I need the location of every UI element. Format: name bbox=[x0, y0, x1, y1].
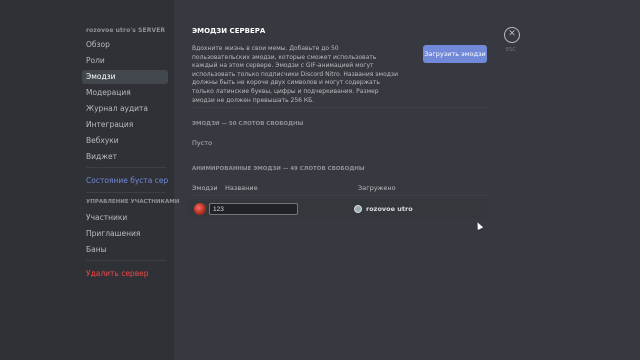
sidebar-item-members[interactable]: Участники bbox=[82, 211, 168, 225]
sidebar-divider bbox=[86, 192, 166, 193]
section-divider bbox=[192, 107, 488, 108]
sidebar-item-boost-status[interactable]: Состояние буста серв... bbox=[82, 174, 168, 188]
column-header-uploaded-by: Загружено bbox=[358, 184, 396, 192]
sidebar-item-audit-log[interactable]: Журнал аудита bbox=[82, 102, 168, 116]
sidebar-item-widget[interactable]: Виджет bbox=[82, 150, 168, 164]
emoji-image bbox=[194, 203, 206, 215]
close-icon[interactable]: ✕ bbox=[504, 27, 520, 43]
emoji-settings-panel: ЭМОДЗИ СЕРВЕРА Вдохните жизнь в свои мем… bbox=[174, 0, 640, 360]
emoji-description: Вдохните жизнь в свои мемы. Добавьте до … bbox=[192, 45, 398, 104]
sidebar-item-integrations[interactable]: Интеграция bbox=[82, 118, 168, 132]
sidebar-item-roles[interactable]: Роли bbox=[82, 54, 168, 68]
animated-emoji-heading: АНИМИРОВАННЫЕ ЭМОДЗИ — 49 СЛОТОВ СВОБОДН… bbox=[192, 166, 365, 172]
user-management-heading: УПРАВЛЕНИЕ УЧАСТНИКАМИ bbox=[86, 199, 180, 205]
server-title: rozovoe utro's SERVER bbox=[86, 27, 166, 34]
settings-sidebar: rozovoe utro's SERVER Обзор Роли Эмодзи … bbox=[0, 0, 179, 360]
sidebar-item-bans[interactable]: Баны bbox=[82, 243, 168, 257]
sidebar-item-emoji[interactable]: Эмодзи bbox=[82, 70, 168, 84]
sidebar-item-moderation[interactable]: Модерация bbox=[82, 86, 168, 100]
table-divider bbox=[192, 195, 488, 196]
static-emoji-heading: ЭМОДЗИ — 50 СЛОТОВ СВОБОДНЫ bbox=[192, 121, 304, 127]
emoji-name-input[interactable] bbox=[209, 203, 298, 215]
sidebar-item-webhooks[interactable]: Вебхуки bbox=[82, 134, 168, 148]
sidebar-item-delete-server[interactable]: Удалить сервер bbox=[82, 267, 168, 281]
sidebar-item-invites[interactable]: Приглашения bbox=[82, 227, 168, 241]
sidebar-item-overview[interactable]: Обзор bbox=[82, 38, 168, 52]
static-emoji-empty: Пусто bbox=[192, 139, 213, 147]
upload-emoji-button[interactable]: Загрузить эмодзи bbox=[423, 45, 487, 63]
sidebar-divider bbox=[86, 260, 166, 261]
esc-label: ESC bbox=[506, 47, 516, 53]
avatar bbox=[354, 205, 362, 213]
uploader-name: rozovoe utro bbox=[366, 205, 413, 213]
column-header-name: Название bbox=[225, 184, 258, 192]
column-header-emoji: Эмодзи bbox=[192, 184, 218, 192]
page-title: ЭМОДЗИ СЕРВЕРА bbox=[192, 27, 266, 35]
sidebar-divider bbox=[86, 167, 166, 168]
